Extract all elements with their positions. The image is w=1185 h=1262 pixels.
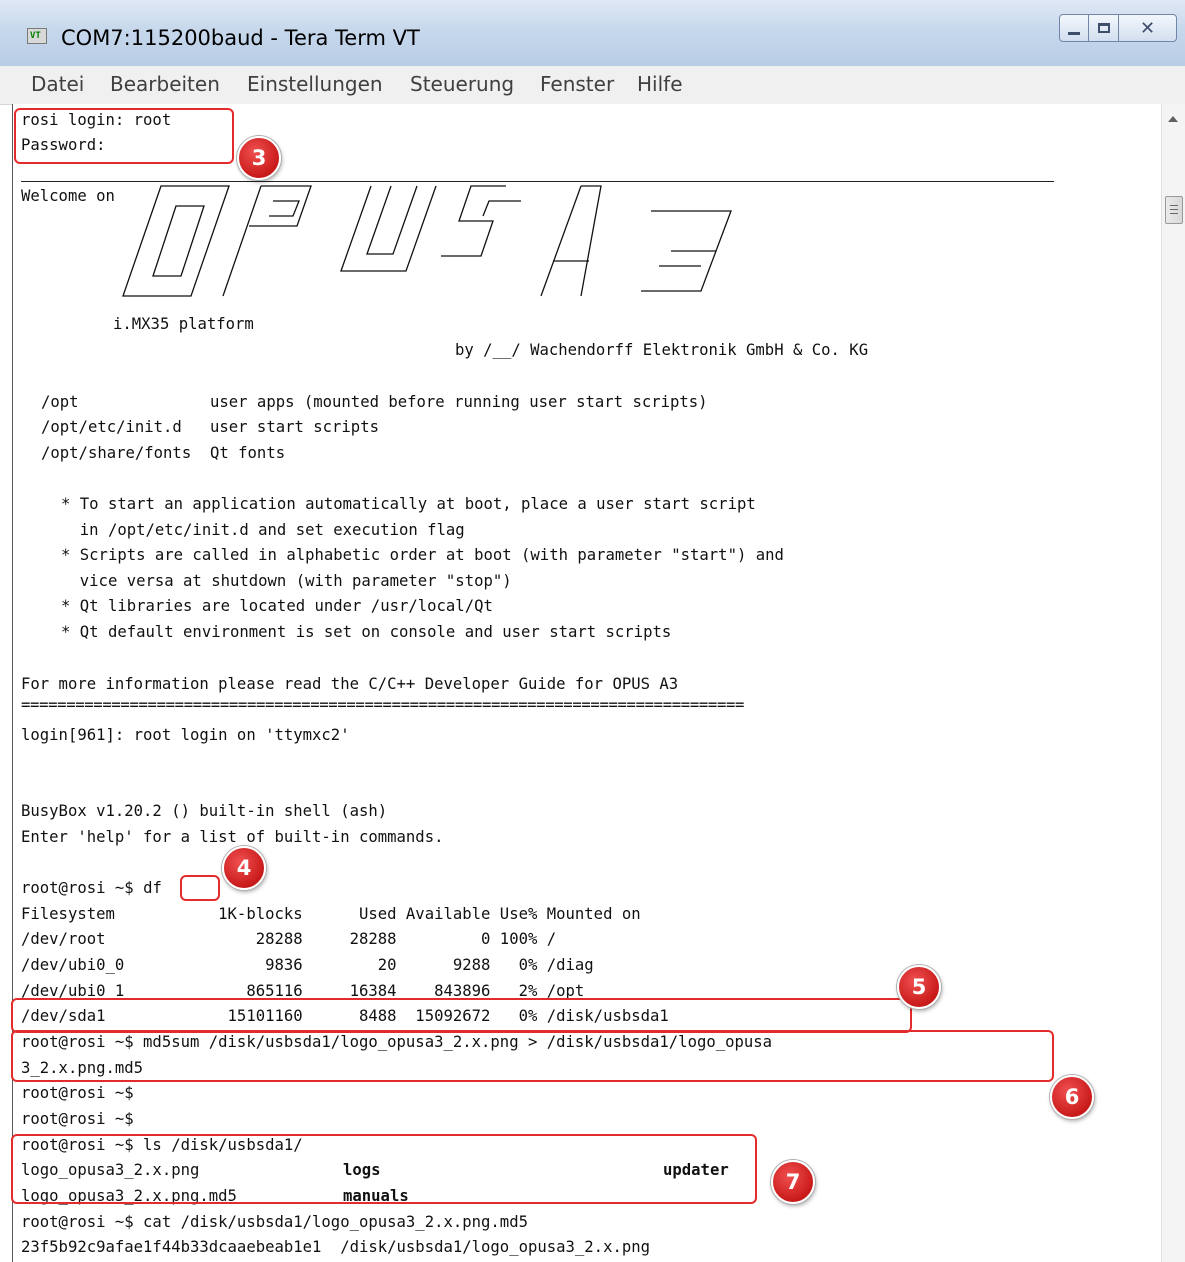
step-badge-7: 7 — [771, 1160, 815, 1204]
prompt: root@rosi ~$ — [21, 879, 144, 897]
menu-fenster[interactable]: Fenster — [540, 72, 614, 96]
byline: by /__/ Wachendorff Elektronik GmbH & Co… — [455, 341, 869, 359]
close-icon: ✕ — [1139, 17, 1156, 39]
window-controls: ✕ — [1059, 14, 1177, 44]
grip-line — [1170, 209, 1178, 210]
path-opt: /opt user apps (mounted before running u… — [41, 393, 708, 411]
busybox-line: BusyBox v1.20.2 () built-in shell (ash) — [21, 802, 388, 820]
separator-line: ========================================… — [21, 696, 745, 714]
close-button[interactable]: ✕ — [1119, 14, 1177, 42]
note-line: vice versa at shutdown (with parameter "… — [61, 572, 512, 590]
step-badge-3: 3 — [237, 136, 281, 180]
cat-command: root@rosi ~$ cat /disk/usbsda1/logo_opus… — [21, 1213, 528, 1231]
step-badge-5: 5 — [897, 965, 941, 1009]
terminal-output[interactable]: rosi login: root Password: Welcome on i.… — [12, 104, 1163, 1262]
maximize-icon — [1097, 23, 1110, 33]
highlight-ls — [11, 1134, 757, 1204]
highlight-sda1 — [11, 998, 912, 1033]
teraterm-app-icon[interactable]: VT — [27, 28, 47, 44]
note-line: * Scripts are called in alphabetic order… — [61, 546, 784, 564]
grip-line — [1170, 205, 1178, 206]
title-bar: VT COM7:115200baud - Tera Term VT ✕ — [0, 0, 1185, 67]
note-line: * Qt libraries are located under /usr/lo… — [61, 597, 493, 615]
empty-prompt: root@rosi ~$ — [21, 1084, 134, 1102]
df-row: /dev/ubi0_0 9836 20 9288 0% /diag — [21, 956, 594, 974]
maximize-button[interactable] — [1089, 14, 1119, 42]
note-line: in /opt/etc/init.d and set execution fla… — [61, 521, 465, 539]
scroll-up-icon[interactable] — [1168, 116, 1178, 122]
help-hint-line: Enter 'help' for a list of built-in comm… — [21, 828, 444, 846]
platform-line: i.MX35 platform — [113, 315, 254, 333]
cat-output: 23f5b92c9afae1f44b33dcaaebeab1e1 /disk/u… — [21, 1238, 651, 1256]
highlight-login — [14, 108, 234, 164]
df-header: Filesystem 1K-blocks Used Available Use%… — [21, 905, 641, 923]
menu-einstellungen[interactable]: Einstellungen — [247, 72, 383, 96]
empty-prompt: root@rosi ~$ — [21, 1110, 134, 1128]
step-badge-6: 6 — [1050, 1075, 1094, 1119]
menu-bar: Datei Bearbeiten Einstellungen Steuerung… — [0, 66, 1185, 105]
opus-a3-ascii-logo — [122, 185, 732, 297]
minimize-button[interactable] — [1059, 14, 1089, 42]
grip-line — [1170, 213, 1178, 214]
minimize-icon — [1068, 31, 1080, 35]
df-row: /dev/root 28288 28288 0 100% / — [21, 930, 557, 948]
note-line: * To start an application automatically … — [61, 495, 756, 513]
df-command: df — [143, 879, 162, 897]
note-line: * Qt default environment is set on conso… — [61, 623, 672, 641]
step-badge-4: 4 — [222, 846, 266, 890]
highlight-df — [180, 875, 220, 901]
vertical-scrollbar[interactable] — [1161, 104, 1185, 1262]
window-title: COM7:115200baud - Tera Term VT — [61, 26, 420, 50]
df-command-line: root@rosi ~$ df — [21, 878, 162, 898]
highlight-md5sum — [11, 1030, 1054, 1082]
path-fonts: /opt/share/fonts Qt fonts — [41, 444, 286, 462]
login-message: login[961]: root login on 'ttymxc2' — [21, 726, 350, 744]
scroll-thumb[interactable] — [1165, 196, 1183, 224]
more-info-line: For more information please read the C/C… — [21, 675, 679, 693]
menu-datei[interactable]: Datei — [31, 72, 84, 96]
path-init-d: /opt/etc/init.d user start scripts — [41, 418, 379, 436]
menu-hilfe[interactable]: Hilfe — [637, 72, 683, 96]
menu-bearbeiten[interactable]: Bearbeiten — [110, 72, 220, 96]
menu-steuerung[interactable]: Steuerung — [410, 72, 514, 96]
